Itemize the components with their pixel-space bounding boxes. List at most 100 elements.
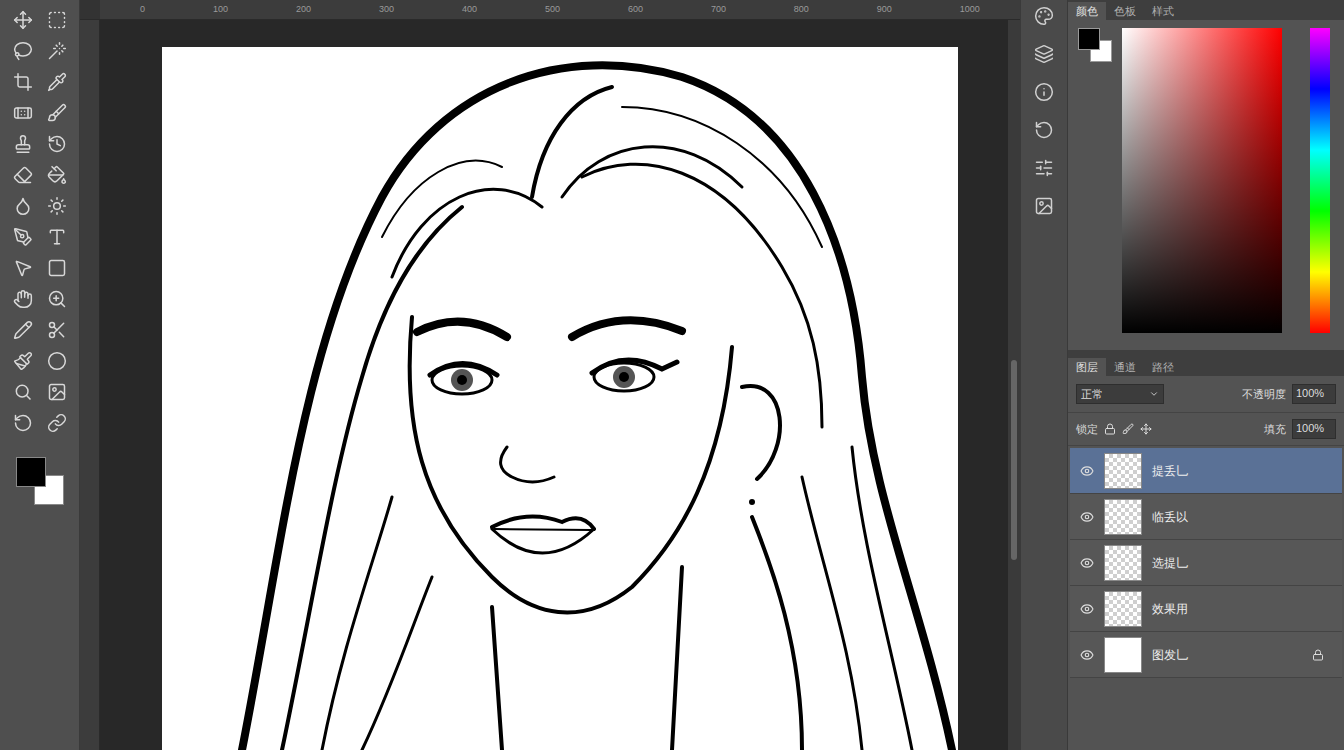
layer-name: 效果用 bbox=[1152, 600, 1342, 618]
panel-tab[interactable]: 路径 bbox=[1144, 358, 1182, 376]
palette-icon[interactable] bbox=[1034, 6, 1054, 26]
ruler-label: 500 bbox=[545, 3, 560, 17]
eye-icon[interactable] bbox=[1080, 648, 1094, 662]
hand-icon[interactable] bbox=[13, 289, 33, 309]
blend-mode-dropdown[interactable]: 正常 bbox=[1076, 384, 1164, 404]
fill-label: 填充 bbox=[1264, 421, 1286, 438]
eye-icon[interactable] bbox=[1080, 464, 1094, 478]
panel-tab[interactable]: 通道 bbox=[1106, 358, 1144, 376]
mixer-brush-icon[interactable] bbox=[13, 351, 33, 371]
layers-panel: 图层通道路径正常 不透明度 100% 锁定 填充 100% 提丢乚临丢以选提乚效果用图发乚 bbox=[1068, 356, 1344, 750]
lock-pixels-icon[interactable] bbox=[1122, 423, 1134, 435]
scrollbar[interactable] bbox=[1008, 20, 1020, 750]
lock-icon bbox=[1312, 649, 1324, 661]
top-ruler: 01002003004005006007008009001000 bbox=[80, 0, 1020, 20]
ruler-label: 600 bbox=[628, 3, 643, 17]
history-brush-icon[interactable] bbox=[47, 134, 67, 154]
path-select-icon[interactable] bbox=[13, 258, 33, 278]
layer-thumbnail bbox=[1104, 499, 1142, 535]
layer-thumbnail bbox=[1104, 637, 1142, 673]
layer-row[interactable]: 效果用 bbox=[1070, 586, 1342, 632]
toolbar bbox=[0, 0, 80, 750]
ruler-label: 300 bbox=[379, 3, 394, 17]
rotate-icon[interactable] bbox=[13, 413, 33, 433]
color-swatches[interactable] bbox=[1078, 28, 1112, 62]
marquee-icon[interactable] bbox=[47, 10, 67, 30]
layers-panel-tabs: 图层通道路径 bbox=[1068, 356, 1344, 376]
color-swatches[interactable] bbox=[14, 455, 66, 507]
link-icon[interactable] bbox=[47, 413, 67, 433]
healing-icon[interactable] bbox=[13, 103, 33, 123]
canvas[interactable] bbox=[162, 47, 958, 750]
lasso-icon[interactable] bbox=[13, 41, 33, 61]
type-icon[interactable] bbox=[47, 227, 67, 247]
panel-tab[interactable]: 色板 bbox=[1106, 2, 1144, 20]
wand-icon[interactable] bbox=[47, 41, 67, 61]
lock-icon[interactable] bbox=[1104, 423, 1116, 435]
layer-name: 选提乚 bbox=[1152, 554, 1342, 572]
color-panel: 颜色色板样式 bbox=[1068, 0, 1344, 350]
eye-icon[interactable] bbox=[1080, 556, 1094, 570]
move-icon[interactable] bbox=[13, 10, 33, 30]
eyedropper-icon[interactable] bbox=[47, 72, 67, 92]
layer-row[interactable]: 选提乚 bbox=[1070, 540, 1342, 586]
search-icon[interactable] bbox=[13, 382, 33, 402]
panel-tab[interactable]: 图层 bbox=[1068, 358, 1106, 376]
layer-row[interactable]: 图发乚 bbox=[1070, 632, 1342, 678]
pencil-icon[interactable] bbox=[13, 320, 33, 340]
layer-list: 提丢乚临丢以选提乚效果用图发乚 bbox=[1068, 446, 1344, 678]
canvas-area bbox=[100, 20, 1008, 750]
layer-row[interactable]: 提丢乚 bbox=[1070, 448, 1342, 494]
ruler-label: 200 bbox=[296, 3, 311, 17]
foreground-swatch[interactable] bbox=[1078, 28, 1100, 50]
hue-slider[interactable] bbox=[1310, 28, 1330, 333]
foreground-swatch[interactable] bbox=[16, 457, 46, 487]
document-area: 01002003004005006007008009001000 bbox=[80, 0, 1020, 750]
layers-icon[interactable] bbox=[1034, 44, 1054, 64]
layer-row[interactable]: 临丢以 bbox=[1070, 494, 1342, 540]
ruler-label: 900 bbox=[877, 3, 892, 17]
ruler-label: 0 bbox=[140, 3, 145, 17]
shape-icon[interactable] bbox=[47, 258, 67, 278]
ruler-label: 1000 bbox=[960, 3, 980, 17]
adjustments-icon[interactable] bbox=[1034, 158, 1054, 178]
lock-label: 锁定 bbox=[1076, 421, 1098, 438]
color-panel-tabs: 颜色色板样式 bbox=[1068, 0, 1344, 20]
frame-icon[interactable] bbox=[47, 382, 67, 402]
ruler-label: 400 bbox=[462, 3, 477, 17]
zoom-icon[interactable] bbox=[47, 289, 67, 309]
layer-thumbnail bbox=[1104, 453, 1142, 489]
crop-icon[interactable] bbox=[13, 72, 33, 92]
info-icon[interactable] bbox=[1034, 82, 1054, 102]
fill-field[interactable]: 100% bbox=[1292, 419, 1336, 439]
stamp-icon[interactable] bbox=[13, 134, 33, 154]
panel-dock bbox=[1020, 0, 1068, 750]
artwork bbox=[162, 47, 958, 750]
lock-position-icon[interactable] bbox=[1140, 423, 1152, 435]
chevron-icon bbox=[1149, 389, 1159, 399]
layer-thumbnail bbox=[1104, 591, 1142, 627]
slice-icon[interactable] bbox=[47, 320, 67, 340]
dodge-icon[interactable] bbox=[47, 196, 67, 216]
eraser-icon[interactable] bbox=[13, 165, 33, 185]
ruler-label: 700 bbox=[711, 3, 726, 17]
layer-name: 提丢乚 bbox=[1152, 462, 1342, 480]
eye-icon[interactable] bbox=[1080, 510, 1094, 524]
bucket-icon[interactable] bbox=[47, 165, 67, 185]
history-icon[interactable] bbox=[1034, 120, 1054, 140]
layer-name: 临丢以 bbox=[1152, 508, 1342, 526]
pen-icon[interactable] bbox=[13, 227, 33, 247]
image-icon[interactable] bbox=[1034, 196, 1054, 216]
opacity-field[interactable]: 100% bbox=[1292, 384, 1336, 404]
opacity-label: 不透明度 bbox=[1242, 386, 1286, 403]
panel-tab[interactable]: 样式 bbox=[1144, 2, 1182, 20]
ellipse-icon[interactable] bbox=[47, 351, 67, 371]
right-panels: 颜色色板样式图层通道路径正常不透明度100%锁定填充100%提丢乚临丢以选提乚效… bbox=[1068, 0, 1344, 750]
color-field[interactable] bbox=[1122, 28, 1282, 333]
eye-icon[interactable] bbox=[1080, 602, 1094, 616]
panel-tab[interactable]: 颜色 bbox=[1068, 2, 1106, 20]
layer-thumbnail bbox=[1104, 545, 1142, 581]
ruler-label: 800 bbox=[794, 3, 809, 17]
brush-icon[interactable] bbox=[47, 103, 67, 123]
blur-icon[interactable] bbox=[13, 196, 33, 216]
